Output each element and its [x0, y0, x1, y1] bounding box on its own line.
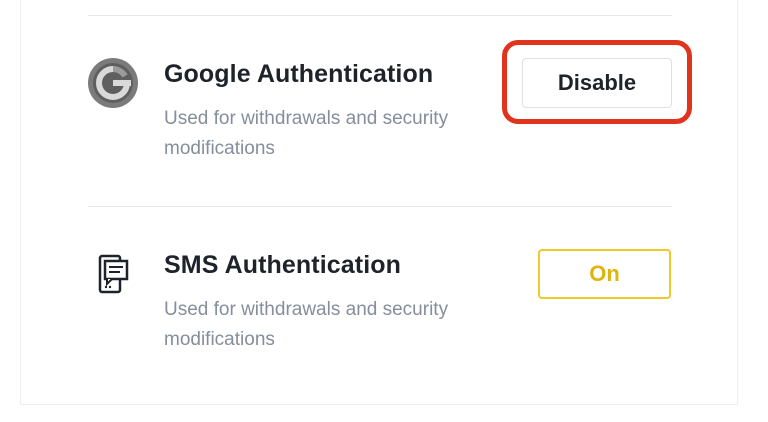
google-authentication-description: Used for withdrawals and security modifi…: [164, 108, 449, 159]
sms-authentication-title: SMS Authentication: [164, 251, 401, 279]
sms-authentication-description: Used for withdrawals and security modifi…: [164, 299, 449, 350]
google-authentication-title: Google Authentication: [164, 60, 434, 88]
divider-middle: [88, 206, 672, 207]
sms-authentication-on-button[interactable]: On: [538, 249, 671, 299]
google-authenticator-icon: [87, 57, 139, 109]
divider-top: [88, 15, 672, 16]
sms-phone-icon: [93, 250, 133, 300]
disable-google-authentication-button[interactable]: Disable: [522, 58, 672, 108]
